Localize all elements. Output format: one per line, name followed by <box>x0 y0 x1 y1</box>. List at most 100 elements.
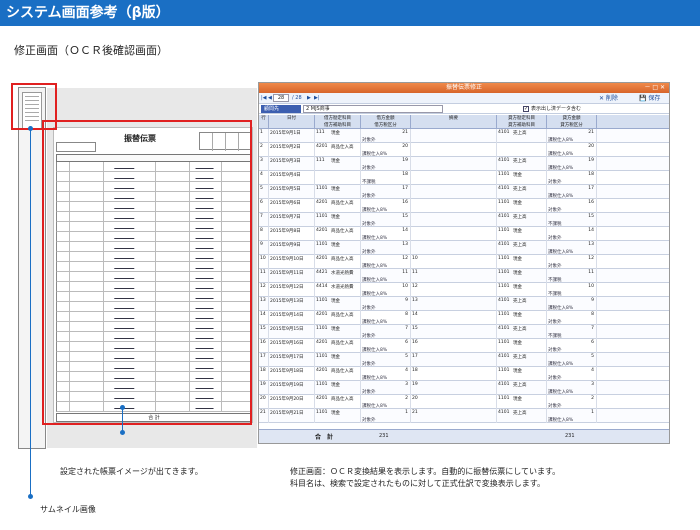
credit-amount-cell[interactable]: 10 不課税 <box>547 283 597 297</box>
grid-row[interactable]: 1 2015年9月1日 111 現金 21 対象外 4101 売上高 21 課税仕入8% <box>259 129 669 143</box>
grid-row[interactable]: 19 2015年9月19日 1101 現金 3 対象外 19 4101 売上高 3 課税仕入8% <box>259 381 669 395</box>
credit-account-cell[interactable]: 4101 売上高 <box>497 213 547 227</box>
date-cell[interactable]: 2015年9月13日 <box>269 297 315 311</box>
grid-row[interactable]: 13 2015年9月13日 1101 現金 9 対象外 13 4101 売上高 9 課税仕入8% <box>259 297 669 311</box>
page-number-input[interactable]: 28 <box>273 94 289 102</box>
credit-account-cell[interactable]: 1101 現金 <box>497 227 547 241</box>
credit-account-cell[interactable]: 1101 現金 <box>497 283 547 297</box>
memo-cell[interactable]: 18 <box>411 367 497 381</box>
row-number-cell[interactable]: 16 <box>259 339 269 353</box>
grid-row[interactable]: 11 2015年9月11日 4421 水道光熱費 11 課税仕入8% 11 1101 現金 11 不… <box>259 269 669 283</box>
memo-cell[interactable]: 19 <box>411 381 497 395</box>
row-number-cell[interactable]: 11 <box>259 269 269 283</box>
debit-account-cell[interactable]: 1101 現金 <box>315 185 361 199</box>
date-cell[interactable]: 2015年9月1日 <box>269 129 315 143</box>
credit-amount-cell[interactable]: 14 対象外 <box>547 227 597 241</box>
debit-account-cell[interactable]: 1101 現金 <box>315 381 361 395</box>
row-number-cell[interactable]: 3 <box>259 157 269 171</box>
credit-account-cell[interactable]: 4101 売上高 <box>497 185 547 199</box>
grid-row[interactable]: 14 2015年9月14日 4201 商品仕入高 8 課税仕入8% 14 1101 現金 8 対象外 <box>259 311 669 325</box>
date-cell[interactable]: 2015年9月9日 <box>269 241 315 255</box>
date-cell[interactable]: 2015年9月12日 <box>269 283 315 297</box>
date-cell[interactable]: 2015年9月21日 <box>269 409 315 423</box>
credit-account-cell[interactable]: 1101 現金 <box>497 199 547 213</box>
memo-cell[interactable] <box>411 227 497 241</box>
date-cell[interactable]: 2015年9月14日 <box>269 311 315 325</box>
client-field[interactable]: 2 MJS商事 <box>303 105 443 113</box>
credit-account-cell[interactable]: 4101 売上高 <box>497 241 547 255</box>
credit-account-cell[interactable]: 1101 現金 <box>497 255 547 269</box>
date-cell[interactable]: 2015年9月3日 <box>269 157 315 171</box>
memo-cell[interactable]: 21 <box>411 409 497 423</box>
grid-row[interactable]: 20 2015年9月20日 4201 商品仕入高 2 課税仕入8% 20 1101 現金 2 対象外 <box>259 395 669 409</box>
credit-amount-cell[interactable]: 20 課税仕入8% <box>547 143 597 157</box>
debit-account-cell[interactable]: 1101 現金 <box>315 213 361 227</box>
delete-button[interactable]: ✕ 削除 <box>599 94 618 103</box>
debit-amount-cell[interactable]: 6 課税仕入8% <box>361 339 411 353</box>
debit-account-cell[interactable]: 1101 現金 <box>315 241 361 255</box>
include-processed-checkbox[interactable]: ✓ 表示出し済データ含む <box>523 105 581 113</box>
row-number-cell[interactable]: 7 <box>259 213 269 227</box>
credit-account-cell[interactable] <box>497 143 547 157</box>
debit-account-cell[interactable]: 1101 現金 <box>315 297 361 311</box>
credit-amount-cell[interactable]: 3 課税仕入8% <box>547 381 597 395</box>
credit-account-cell[interactable]: 1101 現金 <box>497 367 547 381</box>
debit-account-cell[interactable]: 111 現金 <box>315 129 361 143</box>
debit-amount-cell[interactable]: 3 対象外 <box>361 381 411 395</box>
row-number-cell[interactable]: 1 <box>259 129 269 143</box>
grid-row[interactable]: 16 2015年9月16日 4201 商品仕入高 6 課税仕入8% 16 1101 現金 6 対象外 <box>259 339 669 353</box>
grid-row[interactable]: 18 2015年9月18日 4201 商品仕入高 4 課税仕入8% 18 1101 現金 4 対象外 <box>259 367 669 381</box>
grid-row[interactable]: 4 2015年9月4日 18 不課税 1101 現金 18 対象外 <box>259 171 669 185</box>
memo-cell[interactable] <box>411 171 497 185</box>
debit-account-cell[interactable]: 4201 商品仕入高 <box>315 199 361 213</box>
date-cell[interactable]: 2015年9月5日 <box>269 185 315 199</box>
debit-amount-cell[interactable]: 14 課税仕入8% <box>361 227 411 241</box>
grid-row[interactable]: 7 2015年9月7日 1101 現金 15 対象外 4101 売上高 15 不課税 <box>259 213 669 227</box>
memo-cell[interactable] <box>411 157 497 171</box>
debit-account-cell[interactable] <box>315 171 361 185</box>
date-cell[interactable]: 2015年9月19日 <box>269 381 315 395</box>
debit-amount-cell[interactable]: 20 課税仕入8% <box>361 143 411 157</box>
debit-account-cell[interactable]: 4414 水道光熱費 <box>315 283 361 297</box>
memo-cell[interactable]: 13 <box>411 297 497 311</box>
debit-amount-cell[interactable]: 4 課税仕入8% <box>361 367 411 381</box>
memo-cell[interactable]: 17 <box>411 353 497 367</box>
memo-cell[interactable] <box>411 129 497 143</box>
debit-amount-cell[interactable]: 18 不課税 <box>361 171 411 185</box>
memo-cell[interactable]: 16 <box>411 339 497 353</box>
memo-cell[interactable]: 12 <box>411 283 497 297</box>
grid-row[interactable]: 3 2015年9月3日 111 現金 19 対象外 4101 売上高 19 課税仕入8% <box>259 157 669 171</box>
memo-cell[interactable]: 10 <box>411 255 497 269</box>
credit-account-cell[interactable]: 4101 売上高 <box>497 353 547 367</box>
row-number-cell[interactable]: 6 <box>259 199 269 213</box>
credit-amount-cell[interactable]: 16 対象外 <box>547 199 597 213</box>
debit-amount-cell[interactable]: 8 課税仕入8% <box>361 311 411 325</box>
next-page-button[interactable]: ▶ <box>307 94 311 103</box>
credit-amount-cell[interactable]: 12 対象外 <box>547 255 597 269</box>
grid-row[interactable]: 10 2015年9月10日 4201 商品仕入高 12 課税仕入8% 10 1101 現金 12 対… <box>259 255 669 269</box>
row-number-cell[interactable]: 9 <box>259 241 269 255</box>
row-number-cell[interactable]: 20 <box>259 395 269 409</box>
memo-cell[interactable]: 15 <box>411 325 497 339</box>
debit-amount-cell[interactable]: 10 課税仕入8% <box>361 283 411 297</box>
row-number-cell[interactable]: 10 <box>259 255 269 269</box>
debit-amount-cell[interactable]: 21 対象外 <box>361 129 411 143</box>
debit-amount-cell[interactable]: 19 対象外 <box>361 157 411 171</box>
row-number-cell[interactable]: 15 <box>259 325 269 339</box>
credit-account-cell[interactable]: 4101 売上高 <box>497 129 547 143</box>
last-page-button[interactable]: ▶| <box>314 94 320 103</box>
grid-row[interactable]: 2 2015年9月2日 4201 商品仕入高 20 課税仕入8% 20 課税仕入8% <box>259 143 669 157</box>
date-cell[interactable]: 2015年9月15日 <box>269 325 315 339</box>
row-number-cell[interactable]: 19 <box>259 381 269 395</box>
credit-amount-cell[interactable]: 2 対象外 <box>547 395 597 409</box>
credit-amount-cell[interactable]: 8 対象外 <box>547 311 597 325</box>
date-cell[interactable]: 2015年9月7日 <box>269 213 315 227</box>
credit-account-cell[interactable]: 4101 売上高 <box>497 325 547 339</box>
debit-account-cell[interactable]: 4201 商品仕入高 <box>315 311 361 325</box>
debit-account-cell[interactable]: 4421 水道光熱費 <box>315 269 361 283</box>
debit-amount-cell[interactable]: 12 課税仕入8% <box>361 255 411 269</box>
date-cell[interactable]: 2015年9月20日 <box>269 395 315 409</box>
memo-cell[interactable]: 14 <box>411 311 497 325</box>
memo-cell[interactable] <box>411 185 497 199</box>
debit-amount-cell[interactable]: 9 対象外 <box>361 297 411 311</box>
